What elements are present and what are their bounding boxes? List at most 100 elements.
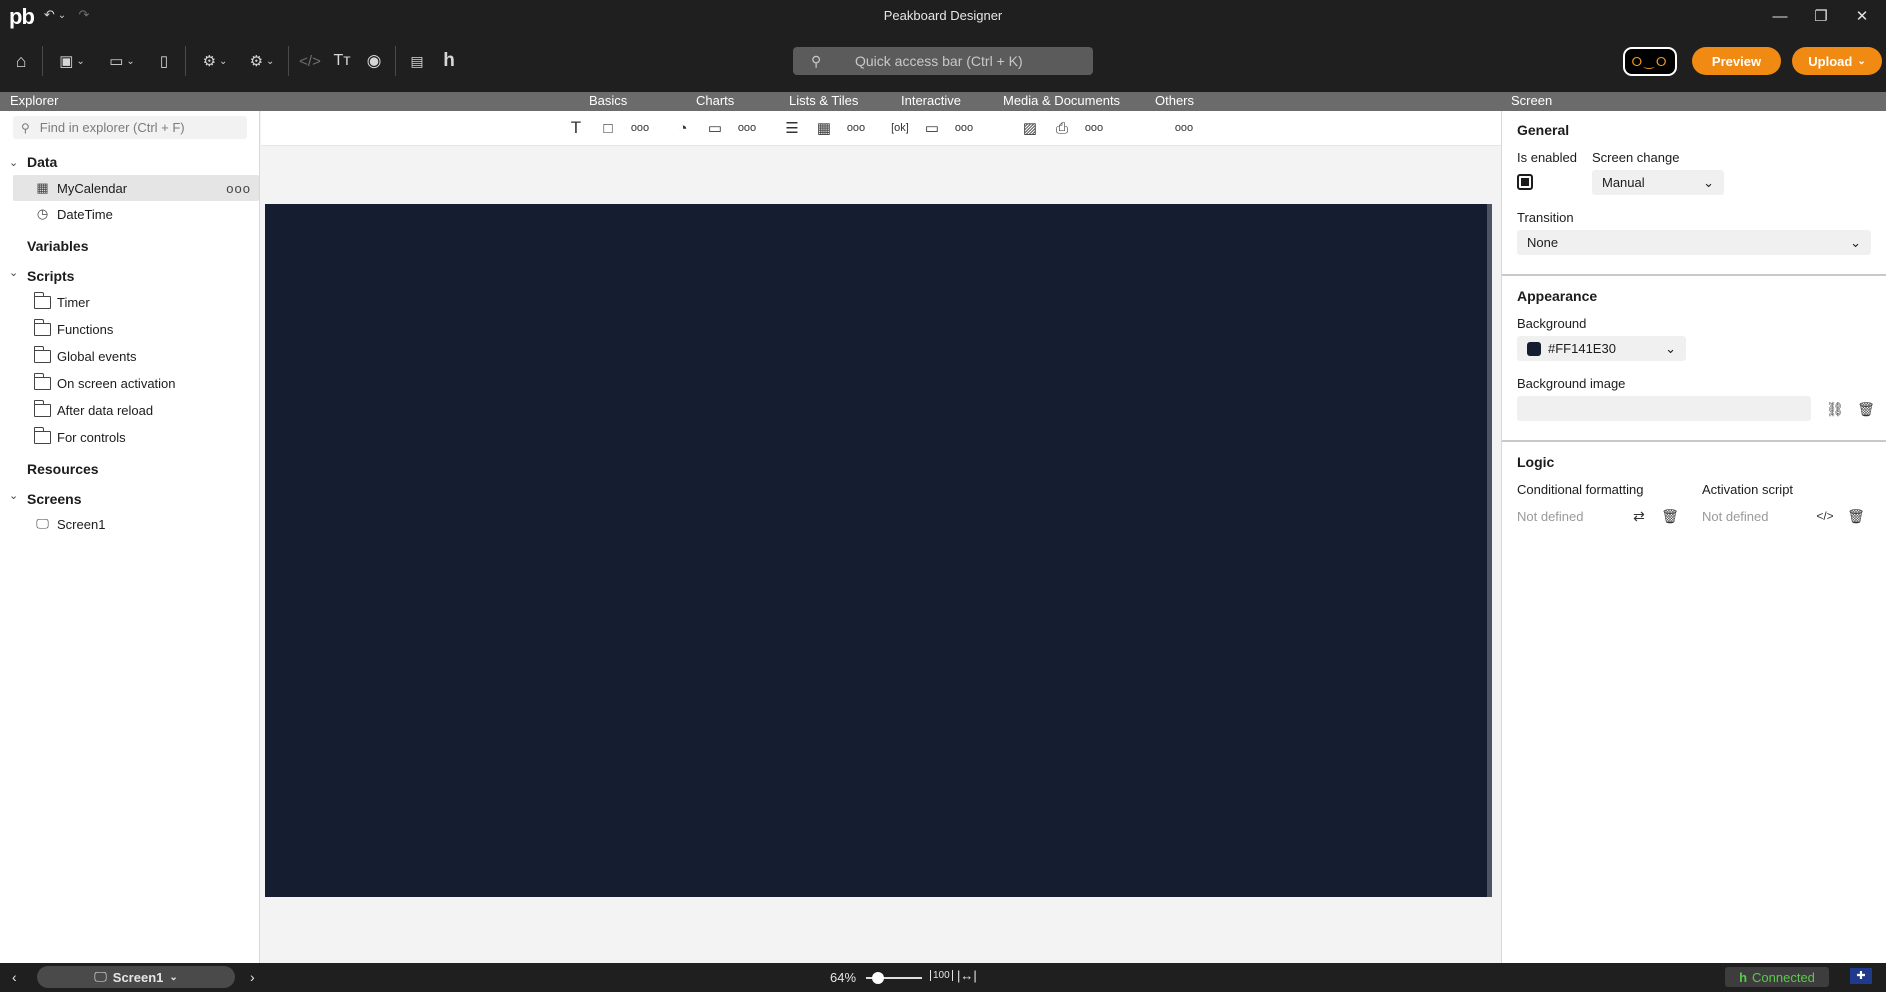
search-icon: ⚲	[21, 120, 30, 135]
chevron-down-icon[interactable]: ⌄	[9, 489, 18, 502]
settings-gear-icon[interactable]: ⚙ ⌄	[195, 49, 235, 73]
tree-item-after-data-reload[interactable]: After data reload	[13, 397, 259, 423]
language-flag-icon[interactable]: ✚	[1850, 968, 1872, 984]
upload-label: Upload	[1808, 53, 1853, 69]
chevron-left-icon[interactable]: ‹	[12, 969, 17, 985]
hub-icon[interactable]: h	[437, 49, 461, 73]
new-file-icon[interactable]: ▯	[152, 49, 176, 73]
screen-selector[interactable]: 🖵 Screen1 ⌄	[37, 966, 235, 988]
more-interactive-icon[interactable]: ooo	[954, 118, 974, 138]
more-media-icon[interactable]: ooo	[1084, 118, 1104, 138]
section-resources[interactable]: Resources	[27, 461, 99, 477]
conditional-formatting-icon[interactable]: ⇄	[1629, 506, 1649, 526]
pdf-icon[interactable]: ⎙	[1052, 118, 1072, 138]
status-bar: ‹ 🖵 Screen1 ⌄ › 64% 100 |↔| h Connected …	[0, 963, 1886, 992]
section-data[interactable]: Data	[27, 154, 57, 170]
properties-header: Screen	[1511, 93, 1553, 108]
section-screens[interactable]: Screens	[27, 491, 81, 507]
tab-charts[interactable]: Charts	[696, 93, 734, 108]
folder-icon	[33, 426, 52, 446]
section-divider	[1502, 440, 1886, 442]
more-others-icon[interactable]: ooo	[1174, 118, 1194, 138]
textbox-icon[interactable]: ▭	[922, 118, 942, 138]
background-color-picker[interactable]: #FF141E30 ⌄	[1517, 336, 1686, 361]
explorer-search-placeholder: Find in explorer (Ctrl + F)	[39, 120, 185, 135]
tree-item-datetime[interactable]: ◷ DateTime	[13, 201, 259, 227]
logic-heading: Logic	[1517, 454, 1555, 470]
ai-assistant-button[interactable]: ⵔ‿ⵔ	[1623, 47, 1677, 76]
section-variables[interactable]: Variables	[27, 238, 89, 254]
code-icon[interactable]: </>	[298, 49, 322, 73]
button-icon[interactable]: [ok]	[890, 118, 910, 138]
chevron-down-icon[interactable]: ⌄	[9, 266, 18, 279]
image-icon[interactable]: ▨	[1020, 118, 1040, 138]
trash-icon[interactable]: 🗑	[1846, 506, 1866, 526]
toolbar-divider	[185, 46, 186, 76]
tab-lists-tiles[interactable]: Lists & Tiles	[789, 93, 858, 108]
pos-icon[interactable]: ▤	[404, 49, 430, 73]
tree-item-screen1[interactable]: 🖵 Screen1	[13, 511, 259, 537]
rectangle-icon[interactable]: □	[598, 118, 618, 138]
home-icon[interactable]: ⌂	[8, 49, 34, 73]
fit-width-icon[interactable]: |↔|	[957, 968, 977, 983]
background-image-input[interactable]	[1517, 396, 1811, 421]
activation-script-value: Not defined	[1702, 509, 1769, 524]
link-icon[interactable]: ⛓	[1825, 399, 1845, 419]
tree-item-for-controls[interactable]: For controls	[13, 424, 259, 450]
upload-button[interactable]: Upload ⌄	[1792, 47, 1882, 75]
screen-canvas[interactable]	[265, 204, 1492, 897]
gauge-icon[interactable]: ▭	[705, 118, 725, 138]
code-icon[interactable]: </>	[1815, 506, 1835, 526]
more-basics-icon[interactable]: ooo	[630, 118, 650, 138]
table-icon[interactable]: ▦	[814, 118, 834, 138]
list-icon[interactable]: ☰	[782, 118, 802, 138]
chevron-down-icon: ⌄	[1857, 55, 1866, 67]
tab-media-documents[interactable]: Media & Documents	[1003, 93, 1120, 108]
zoom-100-button[interactable]: 100	[930, 970, 953, 981]
monitor-icon: 🖵	[36, 516, 49, 531]
tree-item-mycalendar[interactable]: ▦ MyCalendar ooo	[13, 175, 259, 201]
zoom-slider-thumb[interactable]	[871, 972, 884, 984]
explorer-search-input[interactable]: ⚲ Find in explorer (Ctrl + F)	[13, 116, 247, 139]
is-enabled-checkbox[interactable]	[1517, 174, 1533, 190]
toolbar-divider	[42, 46, 43, 76]
chevron-down-icon[interactable]: ⌄	[9, 156, 18, 169]
tab-others[interactable]: Others	[1155, 93, 1194, 108]
screen-change-dropdown[interactable]: Manual ⌄	[1592, 170, 1724, 195]
chevron-down-icon: ⌄	[1703, 174, 1714, 190]
save-icon[interactable]: ▣ ⌄	[52, 49, 92, 73]
pie-chart-icon[interactable]: ◔	[673, 118, 693, 138]
tab-basics[interactable]: Basics	[589, 93, 627, 108]
minimize-icon[interactable]: —	[1765, 4, 1795, 28]
window-title: Peakboard Designer	[883, 8, 1003, 23]
background-label: Background	[1517, 316, 1587, 331]
quick-access-bar[interactable]: ⚲ Quick access bar (Ctrl + K)	[793, 47, 1093, 75]
tree-item-on-screen-activation[interactable]: On screen activation	[13, 370, 259, 396]
section-scripts[interactable]: Scripts	[27, 268, 74, 284]
box-settings-icon[interactable]: ⚙ ⌄	[242, 49, 282, 73]
trash-icon[interactable]: 🗑	[1660, 506, 1680, 526]
more-lists-icon[interactable]: ooo	[846, 118, 866, 138]
tree-item-timer[interactable]: Timer	[13, 289, 259, 315]
screen-change-label: Screen change	[1592, 150, 1680, 165]
palette-icon[interactable]: ◉	[362, 49, 386, 73]
chevron-right-icon[interactable]: ›	[250, 969, 255, 985]
text-icon[interactable]: T	[566, 118, 586, 138]
tree-item-global-events[interactable]: Global events	[13, 343, 259, 369]
transition-dropdown[interactable]: None ⌄	[1517, 230, 1871, 255]
more-options-icon[interactable]: ooo	[226, 181, 251, 196]
hub-icon: h	[1739, 969, 1748, 985]
restore-icon[interactable]: ❐	[1806, 4, 1836, 28]
open-folder-icon[interactable]: ▭ ⌄	[102, 49, 142, 73]
preview-button[interactable]: Preview	[1692, 47, 1781, 75]
zoom-slider[interactable]	[866, 972, 922, 984]
calendar-icon: ▦	[36, 180, 49, 195]
connection-status[interactable]: h Connected	[1725, 967, 1829, 987]
close-icon[interactable]: ✕	[1847, 4, 1877, 28]
more-charts-icon[interactable]: ooo	[737, 118, 757, 138]
tree-item-functions[interactable]: Functions	[13, 316, 259, 342]
tab-interactive[interactable]: Interactive	[901, 93, 961, 108]
trash-icon[interactable]: 🗑	[1856, 399, 1876, 419]
monitor-icon: 🖵	[94, 969, 107, 984]
font-icon[interactable]: Tт	[330, 49, 354, 73]
